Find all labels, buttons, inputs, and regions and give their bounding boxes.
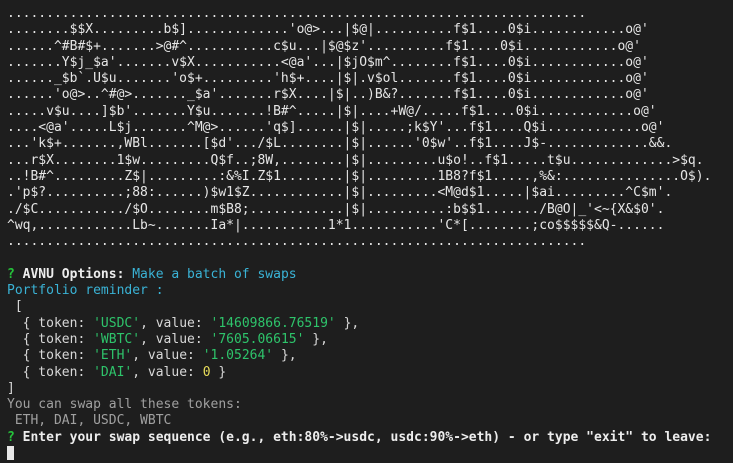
entry-value: '7605.06615' xyxy=(210,331,305,347)
entry-token: 'ETH' xyxy=(93,348,133,364)
ascii-art-line: ......_$b`.U$u.......'o$+.........'h$+..… xyxy=(7,71,649,87)
options-answer: Make a batch of swaps xyxy=(132,266,297,282)
entry-suffix: }, xyxy=(273,348,297,364)
entry-prefix: { token: xyxy=(7,315,94,331)
input-line[interactable] xyxy=(7,446,733,462)
ascii-art-line: ....<@a'.....L$j.......^M@>......'q$]...… xyxy=(7,120,665,136)
entry-prefix: { token: xyxy=(7,364,94,380)
swap-hint-tokens: ETH, DAI, USDC, WBTC xyxy=(7,413,172,429)
entry-suffix: } xyxy=(210,364,227,380)
ascii-art-line: ........$$X.........b$].............'o@>… xyxy=(7,22,649,38)
swap-sequence-prompt-line: ? Enter your swap sequence (e.g., eth:80… xyxy=(7,430,733,446)
terminal-cursor[interactable] xyxy=(7,446,14,461)
portfolio-entry: { token: 'ETH', value: '1.05264' }, xyxy=(7,348,733,364)
ascii-art-line: .'p$?..........;88:......)$w1$Z.........… xyxy=(7,185,673,201)
entry-mid: , value: xyxy=(132,348,203,364)
ascii-art-line: ........................................… xyxy=(7,234,587,250)
ascii-art-line: .......Y$j_$a'.......v$X...........<@a'.… xyxy=(7,54,649,70)
ascii-art-line: ...'k$+.......,WBl.......[$d'.../$L.....… xyxy=(7,136,673,152)
swap-sequence-prompt: Enter your swap sequence (e.g., eth:80%-… xyxy=(22,429,712,445)
entry-token: 'DAI' xyxy=(93,364,133,380)
entry-prefix: { token: xyxy=(7,348,94,364)
portfolio-entry: { token: 'WBTC', value: '7605.06615' }, xyxy=(7,332,733,348)
entry-token: 'WBTC' xyxy=(93,331,141,347)
ascii-art-line: ./$C.........../$O........m$B8;.........… xyxy=(7,201,665,217)
portfolio-close-bracket: ] xyxy=(7,380,15,396)
entry-mid: , value: xyxy=(132,364,203,380)
entry-value: '14609866.76519' xyxy=(210,315,336,331)
terminal: ........................................… xyxy=(7,6,733,462)
ascii-art-line: .....v$u....]$b'.......Y$u.......!B#^...… xyxy=(7,103,657,119)
question-marker: ? xyxy=(7,429,15,445)
ascii-art-banner: ........................................… xyxy=(7,6,733,250)
entry-mid: , value: xyxy=(140,331,211,347)
ascii-art-line: ......'o@>..^#@>......._$a'.......r$X...… xyxy=(7,87,649,103)
ascii-art-line: ........................................… xyxy=(7,6,587,21)
portfolio-open-bracket: [ xyxy=(7,299,23,315)
options-label: AVNU Options: xyxy=(22,266,125,282)
entry-suffix: }, xyxy=(304,331,328,347)
entry-token: 'USDC' xyxy=(93,315,141,331)
entry-prefix: { token: xyxy=(7,331,94,347)
swap-hint-title: You can swap all these tokens: xyxy=(7,397,242,413)
entry-mid: , value: xyxy=(140,315,211,331)
ascii-art-line: ...r$X........1$w.........Q$f..;8W,.....… xyxy=(7,152,704,168)
ascii-art-line: ..!B#^.........Z$|.........:&%I.Z$1.....… xyxy=(7,168,712,184)
options-prompt-line: ? AVNU Options: Make a batch of swaps xyxy=(7,267,733,283)
entry-suffix: }, xyxy=(335,315,360,331)
ascii-art-line: ^wq,............Lb~.......Ia*|..........… xyxy=(7,217,665,233)
portfolio-entry: { token: 'DAI', value: 0 } xyxy=(7,365,733,381)
question-marker: ? xyxy=(7,266,15,282)
portfolio-entry: { token: 'USDC', value: '14609866.76519'… xyxy=(7,316,733,332)
portfolio-heading: Portfolio reminder : xyxy=(7,283,164,299)
entry-value: '1.05264' xyxy=(202,348,274,364)
ascii-art-line: ......^#B#$+.......>@#^...........c$u...… xyxy=(7,38,641,54)
entry-value: 0 xyxy=(202,364,211,380)
